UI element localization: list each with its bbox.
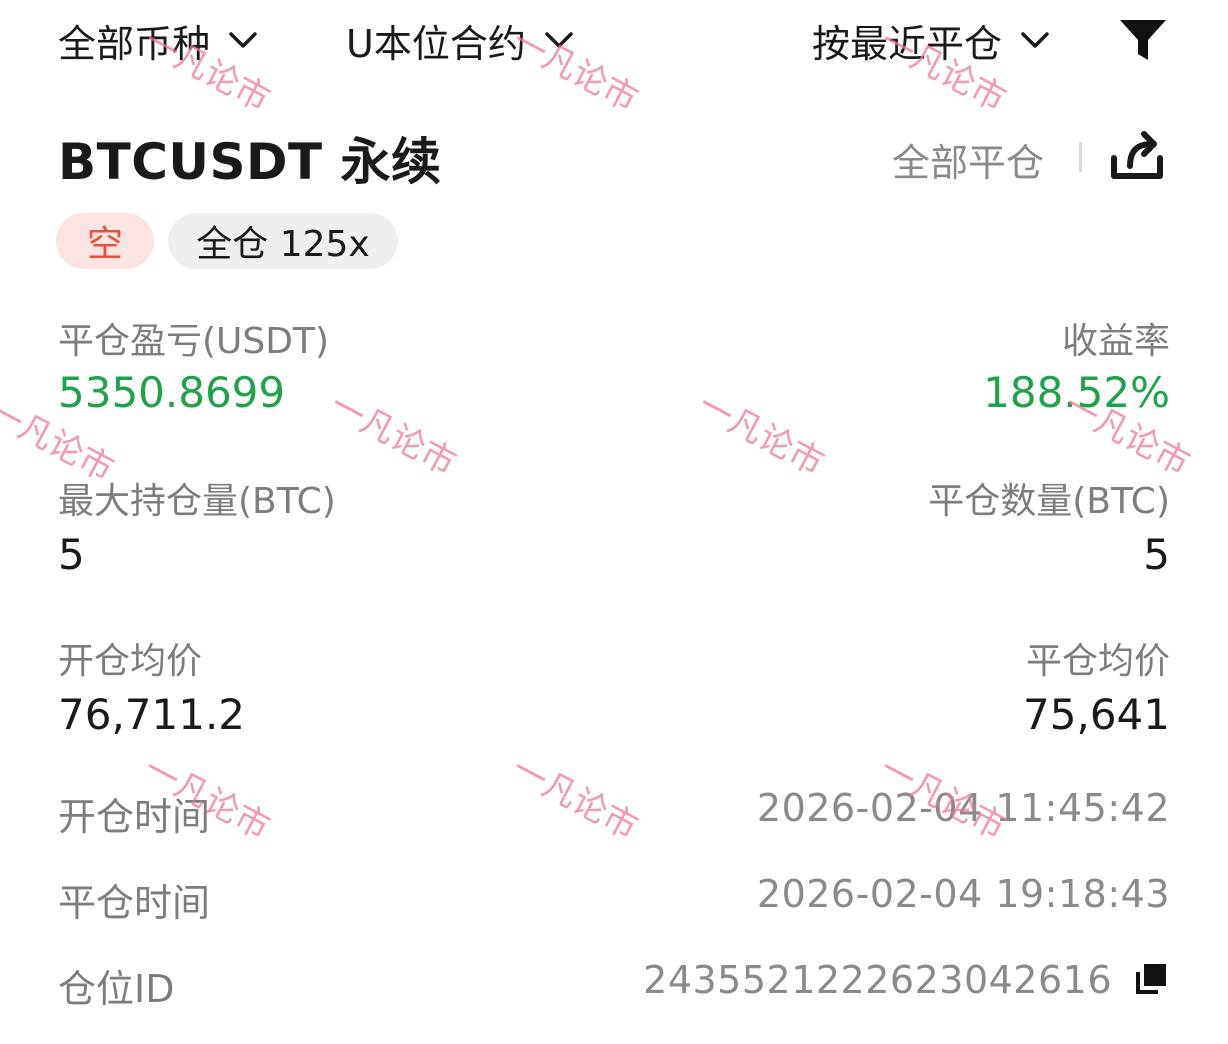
close-price-label: 平仓均价: [1025, 641, 1170, 682]
open-price-label: 开仓均价: [58, 641, 203, 682]
pnl-label: 平仓盈亏(USDT): [58, 321, 330, 362]
sort-filter[interactable]: 按最近平仓: [812, 14, 1050, 66]
watermark: 一凡论市: [691, 385, 831, 485]
close-time-label: 平仓时间: [58, 881, 211, 925]
side-badge: 空: [56, 213, 154, 269]
max-position-value: 5: [58, 530, 85, 579]
contract-filter-label: U本位合约: [346, 21, 526, 66]
closed-qty-label: 平仓数量(BTC): [928, 481, 1170, 522]
closed-qty-value: 5: [1143, 530, 1170, 579]
coin-filter[interactable]: 全部币种: [58, 14, 258, 66]
share-icon[interactable]: [1108, 128, 1166, 188]
watermark: 一凡论市: [323, 385, 463, 485]
roi-label: 收益率: [1061, 321, 1170, 362]
close-price-value: 75,641: [1023, 690, 1170, 739]
contract-filter[interactable]: U本位合约: [346, 14, 574, 66]
pnl-value: 5350.8699: [58, 368, 286, 417]
divider: [1079, 142, 1082, 172]
open-price-value: 76,711.2: [58, 690, 246, 739]
open-time-label: 开仓时间: [58, 795, 211, 839]
margin-badge: 全仓 125x: [168, 213, 398, 269]
filter-icon[interactable]: [1118, 18, 1168, 66]
roi-value: 188.52%: [983, 368, 1170, 417]
open-time-value: 2026-02-04 11:45:42: [756, 786, 1170, 830]
position-symbol: BTCUSDT 永续: [58, 133, 442, 191]
max-position-label: 最大持仓量(BTC): [58, 481, 336, 522]
sort-filter-label: 按最近平仓: [812, 21, 1003, 66]
copy-icon[interactable]: [1134, 962, 1168, 1000]
watermark: 一凡论市: [505, 749, 645, 849]
position-id-value: 2435521222623042616: [643, 958, 1112, 1002]
chevron-down-icon: [1020, 30, 1050, 50]
chevron-down-icon: [228, 30, 258, 50]
position-id-label: 仓位ID: [58, 967, 175, 1011]
chevron-down-icon: [544, 30, 574, 50]
close-time-value: 2026-02-04 19:18:43: [756, 872, 1170, 916]
close-all-button[interactable]: 全部平仓: [892, 132, 1044, 187]
coin-filter-label: 全部币种: [58, 21, 211, 66]
